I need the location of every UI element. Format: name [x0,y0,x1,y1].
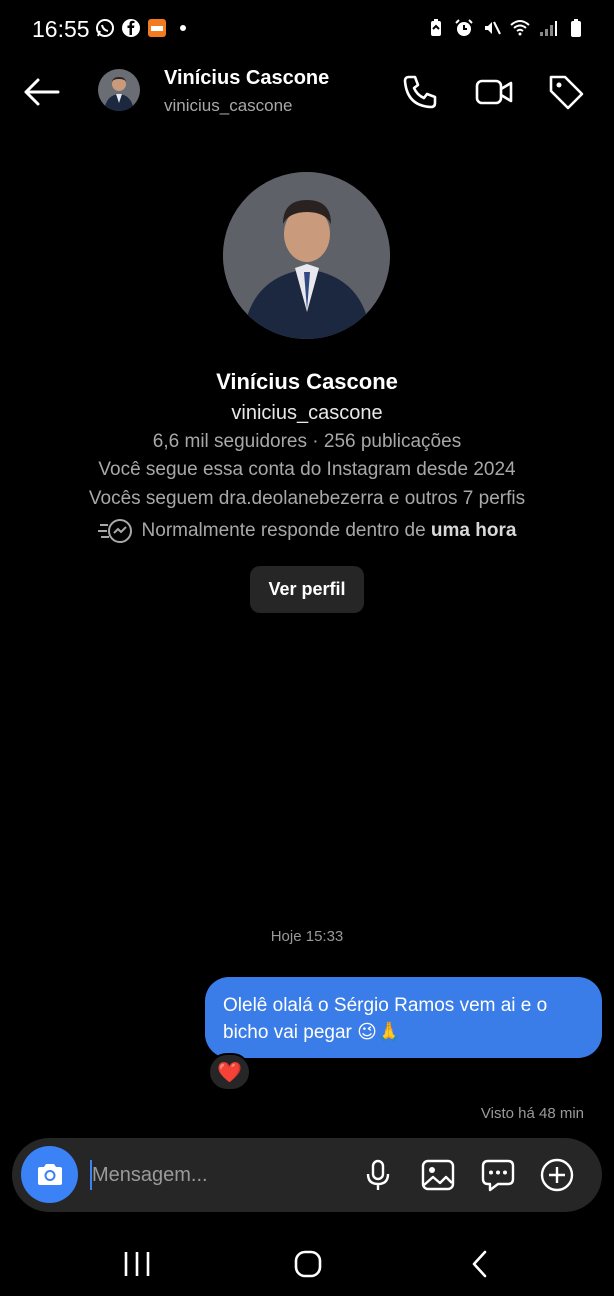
wifi-icon [510,20,530,36]
profile-following-since: Você segue essa conta do Instagram desde… [98,459,516,480]
phone-icon[interactable] [400,72,440,112]
back-nav-icon[interactable] [460,1244,500,1284]
signal-icon [540,21,557,36]
dot-icon [180,25,186,31]
facebook-icon [122,19,140,37]
profile-mutual-followers: Vocês seguem dra.deolanebezerra e outros… [88,488,526,509]
view-profile-button[interactable]: Ver perfil [250,566,364,613]
gallery-icon[interactable] [420,1157,456,1193]
camera-button[interactable] [21,1146,78,1203]
camera-icon [37,1163,62,1185]
alarm-icon [455,19,473,36]
status-bar: 16:55 [0,0,614,58]
whatsapp-icon [96,19,114,37]
status-right-icons [426,18,586,38]
fast-response-icon [97,519,132,543]
microphone-icon[interactable] [360,1157,396,1193]
header-name[interactable]: Vinícius Cascone [164,67,329,90]
profile-stats: 6,6 mil seguidores · 256 publicações [152,431,462,452]
person-photo-icon [223,172,390,339]
chat-bubble-icon[interactable] [480,1157,516,1193]
temu-icon [148,19,166,37]
home-icon[interactable] [288,1244,328,1284]
tag-icon[interactable] [546,72,586,112]
recent-apps-icon[interactable] [117,1244,157,1284]
profile-response-time: Normalmente responde dentro de uma hora [0,518,614,544]
message-input[interactable] [90,1160,350,1190]
video-call-icon[interactable] [474,72,514,112]
header-username[interactable]: vinicius_cascone [164,96,293,116]
battery-icon [571,19,581,37]
header-avatar[interactable] [98,69,140,111]
profile-handle: vinicius_cascone [231,402,383,424]
mute-icon [485,21,501,35]
response-text: Normalmente responde dentro de uma hora [142,520,517,542]
add-circle-icon[interactable] [539,1157,575,1193]
message-bubble[interactable]: Olelê olalá o Sérgio Ramos vem ai e o bi… [205,977,602,1058]
profile-name: Vinícius Cascone [216,369,398,394]
profile-avatar[interactable] [223,172,390,339]
system-nav-bar [0,1232,614,1296]
heart-reaction[interactable]: ❤️ [208,1053,251,1091]
status-left-icons [95,18,193,38]
seen-status: Visto há 48 min [480,1105,584,1122]
person-photo-icon [98,69,140,111]
battery-saver-icon [431,19,441,36]
chat-header: Vinícius Cascone vinicius_cascone [0,58,614,128]
message-composer [12,1138,602,1212]
response-prefix: Normalmente responde dentro de [141,520,431,541]
back-arrow-icon[interactable] [22,74,62,110]
message-timestamp: Hoje 15:33 [270,928,344,945]
response-time-value: uma hora [430,520,517,541]
status-time: 16:55 [32,16,90,42]
